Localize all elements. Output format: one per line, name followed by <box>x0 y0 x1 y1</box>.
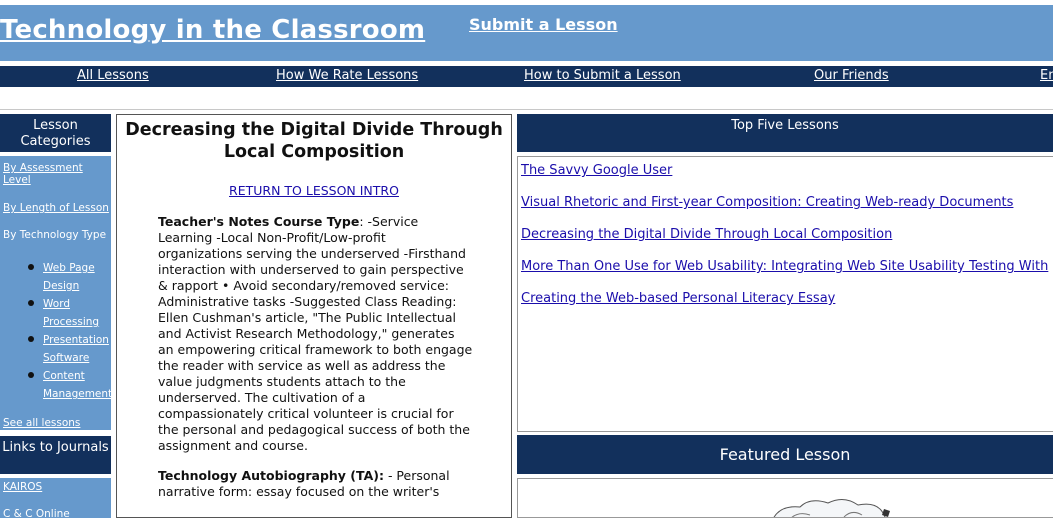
by-assessment-link[interactable]: By Assessment Level <box>3 162 103 186</box>
bullet-icon <box>28 336 34 342</box>
left-sidebar: Lesson Categories By Assessment Level By… <box>0 114 112 520</box>
lesson-content: Decreasing the Digital Divide Through Lo… <box>116 114 512 518</box>
bullet-icon <box>28 300 34 306</box>
nav-overflow-item[interactable]: En <box>1040 68 1053 83</box>
ta-heading: Technology Autobiography (TA): <box>158 468 384 483</box>
by-technology-label: By Technology Type <box>3 229 107 241</box>
c-and-c-online-link[interactable]: C & C Online <box>3 508 70 520</box>
featured-lesson-heading: Featured Lesson <box>517 435 1053 474</box>
featured-lesson-panel <box>517 478 1053 518</box>
top-five-list: The Savvy Google User Visual Rhetoric an… <box>517 156 1053 432</box>
top-lesson-link[interactable]: Visual Rhetoric and First-year Compositi… <box>521 195 1013 210</box>
journals-panel: KAIROS C & C Online <box>0 478 111 520</box>
submit-lesson-link[interactable]: Submit a Lesson <box>469 15 618 34</box>
see-all-lessons-link[interactable]: See all lessons <box>3 417 80 429</box>
teachers-notes-paragraph: Teacher's Notes Course Type: -Service Le… <box>158 214 473 454</box>
right-column: Top Five Lessons The Savvy Google User V… <box>517 114 1053 518</box>
top-lesson-link[interactable]: Decreasing the Digital Divide Through Lo… <box>521 227 892 242</box>
site-header: Technology in the Classroom Submit a Les… <box>0 5 1053 61</box>
presentation-software-link[interactable]: Presentation Software <box>43 331 109 367</box>
lesson-body: Teacher's Notes Course Type: -Service Le… <box>158 214 473 514</box>
nav-how-we-rate[interactable]: How We Rate Lessons <box>276 68 418 83</box>
site-title-link[interactable]: Technology in the Classroom <box>0 15 425 45</box>
top-lesson-link[interactable]: The Savvy Google User <box>521 163 672 178</box>
divider <box>0 109 1053 110</box>
lesson-title: Decreasing the Digital Divide Through Lo… <box>125 120 503 162</box>
content-management-link[interactable]: Content Management <box>43 367 112 403</box>
return-to-intro-link[interactable]: RETURN TO LESSON INTRO <box>117 183 511 198</box>
word-processing-link[interactable]: Word Processing <box>43 295 103 331</box>
top-lesson-link[interactable]: More Than One Use for Web Usability: Int… <box>521 259 1048 274</box>
main-nav: All Lessons How We Rate Lessons How to S… <box>0 66 1053 87</box>
lesson-categories-heading: Lesson Categories <box>0 114 111 152</box>
bullet-icon <box>28 264 34 270</box>
bullet-icon <box>28 372 34 378</box>
nav-how-to-submit[interactable]: How to Submit a Lesson <box>524 68 681 83</box>
web-page-design-link[interactable]: Web Page Design <box>43 259 103 295</box>
teachers-notes-text: : -Service Learning -Local Non-Profit/Lo… <box>158 214 473 453</box>
nav-our-friends[interactable]: Our Friends <box>814 68 889 83</box>
nav-all-lessons[interactable]: All Lessons <box>77 68 149 83</box>
ta-paragraph: Technology Autobiography (TA): - Persona… <box>158 468 473 500</box>
top-lesson-link[interactable]: Creating the Web-based Personal Literacy… <box>521 291 835 306</box>
by-length-link[interactable]: By Length of Lesson <box>3 202 109 214</box>
links-to-journals-heading: Links to Journals <box>0 436 111 474</box>
top-five-heading: Top Five Lessons <box>517 114 1053 152</box>
featured-lesson-image <box>773 499 890 517</box>
kairos-link[interactable]: KAIROS <box>3 481 42 493</box>
teachers-notes-heading: Teacher's Notes Course Type <box>158 214 360 229</box>
lesson-categories-panel: By Assessment Level By Length of Lesson … <box>0 156 112 430</box>
